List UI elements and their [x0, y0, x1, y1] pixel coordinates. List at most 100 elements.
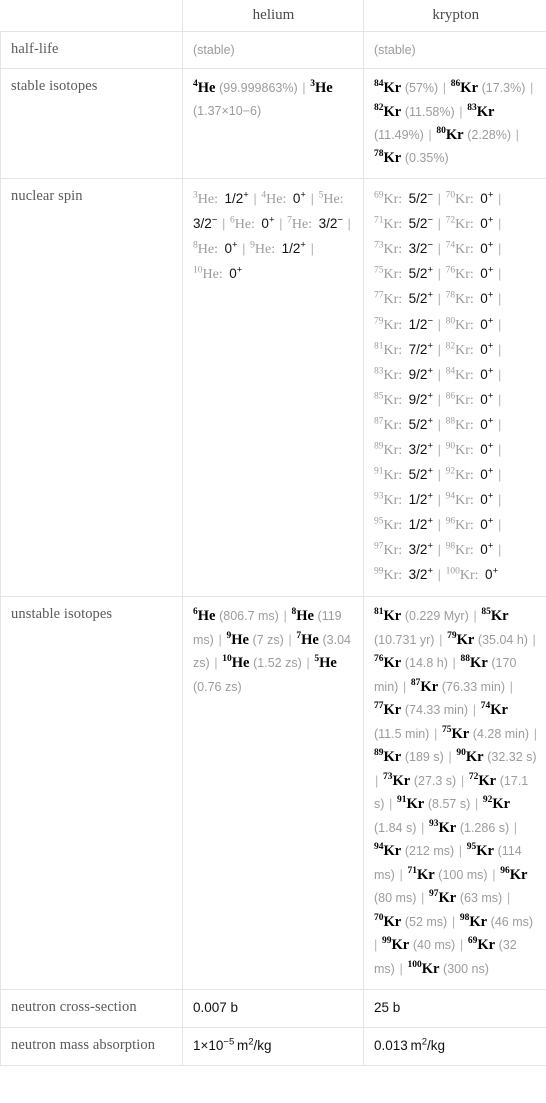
- isotope-symbol: 89Kr: [374, 748, 401, 766]
- element-symbol: Kr: [383, 655, 402, 672]
- unstable-isotopes-helium: 6He (806.7 ms) | 8He (119 ms) | 9He (7 z…: [182, 596, 364, 991]
- half-life-helium-value: (stable): [193, 43, 235, 57]
- isotope-symbol: 71Kr:: [374, 216, 402, 232]
- isotope-mass-number: 99: [374, 566, 384, 577]
- isotope-symbol: 4He:: [261, 191, 286, 207]
- element-symbol: Kr:: [383, 342, 403, 358]
- isotope-symbol: 74Kr: [481, 702, 508, 719]
- isotope-half-life: (27.3 s): [413, 773, 457, 788]
- isotope-symbol: 90Kr: [456, 749, 483, 766]
- isotope-symbol: 82Kr: [374, 103, 401, 120]
- isotope-symbol: 98Kr:: [446, 542, 474, 558]
- neutron-mass-absorption-krypton-value: 0.013 m2/kg: [374, 1036, 446, 1054]
- isotope-mass-number: 86: [445, 391, 456, 402]
- element-symbol: Kr:: [455, 267, 474, 283]
- element-symbol: Kr: [490, 608, 509, 625]
- list-separator: |: [494, 441, 502, 457]
- nuclear-spin-value: 0+: [480, 316, 493, 332]
- spin-number: 0: [480, 466, 488, 482]
- isotope-half-life: (32.32 s): [487, 750, 537, 765]
- element-symbol: Kr:: [383, 392, 403, 408]
- list-separator: |: [494, 466, 502, 482]
- element-symbol: Kr:: [383, 518, 403, 534]
- list-separator: |: [488, 866, 500, 882]
- isotope-symbol: 87Kr:: [374, 416, 402, 432]
- list-separator: |: [444, 749, 456, 765]
- isotope-mass-number: 89: [374, 441, 384, 452]
- spin-number: 0: [480, 341, 488, 357]
- isotope-half-life: (189 s): [404, 750, 444, 765]
- isotope-half-life: (10.731 yr): [374, 632, 435, 647]
- isotope-symbol: 76Kr:: [446, 266, 474, 283]
- spin-number: 3/2: [408, 441, 428, 457]
- element-symbol: He:: [234, 217, 255, 233]
- element-symbol: He:: [202, 267, 223, 283]
- element-symbol: Kr: [476, 843, 494, 860]
- spin-number: 5/2: [408, 291, 428, 307]
- isotope-symbol: 99Kr:: [374, 566, 402, 583]
- isotope-symbol: 83Kr:: [374, 366, 402, 382]
- isotope-half-life: (1.84 s): [374, 820, 417, 835]
- isotope-mass-number: 79: [447, 631, 457, 642]
- spin-number: 3/2: [318, 216, 338, 232]
- nuclear-spin-value: 0+: [293, 190, 306, 206]
- isotope-mass-number: 80: [436, 125, 446, 136]
- list-separator: |: [434, 391, 445, 407]
- spin-number: 5/2: [408, 191, 428, 207]
- spin-number: 0: [480, 291, 488, 307]
- isotope-mass-number: 74: [445, 240, 456, 251]
- isotope-mass-number: 86: [450, 79, 461, 90]
- nuclear-spin-value: 0+: [480, 491, 493, 507]
- spin-parity-sign: +: [243, 189, 249, 201]
- list-separator: |: [417, 890, 428, 906]
- isotope-half-life: (4.28 min): [472, 726, 530, 741]
- isotope-half-life: (46 ms): [490, 914, 534, 929]
- isotope-mass-number: 81: [374, 340, 384, 351]
- isotope-symbol: 81Kr: [374, 608, 401, 625]
- element-symbol: Kr:: [455, 367, 474, 383]
- list-separator: |: [284, 631, 296, 647]
- list-separator: |: [434, 441, 445, 457]
- nuclear-spin-value: 0+: [480, 266, 493, 282]
- isotope-mass-number: 93: [374, 491, 384, 502]
- spin-number: 0: [480, 517, 488, 533]
- column-header-krypton: krypton: [363, 0, 546, 32]
- half-life-krypton: (stable): [363, 30, 546, 70]
- list-separator: |: [434, 466, 445, 482]
- isotope-symbol: 88Kr:: [446, 416, 474, 432]
- nuclear-spin-value: 1/2+: [224, 189, 249, 206]
- isotope-symbol: 83Kr: [467, 103, 494, 120]
- half-life-helium: (stable): [182, 30, 364, 70]
- isotope-mass-number: 94: [374, 842, 384, 853]
- isotope-symbol: 94Kr: [374, 842, 401, 860]
- isotope-symbol: 79Kr: [447, 631, 474, 648]
- isotope-mass-number: 89: [374, 748, 384, 759]
- spin-number: 0: [480, 366, 488, 382]
- list-separator: |: [430, 725, 441, 741]
- nuclear-spin-value: 0+: [480, 416, 493, 432]
- isotope-half-life: (35.04 h): [477, 632, 528, 647]
- element-symbol: Kr: [451, 725, 470, 742]
- nuclear-spin-value: 7/2+: [409, 341, 433, 357]
- list-separator: |: [457, 772, 468, 788]
- isotope-symbol: 82Kr:: [446, 341, 474, 357]
- isotope-symbol: 91Kr:: [374, 467, 402, 483]
- isotope-symbol: 77Kr: [374, 702, 401, 719]
- isotope-half-life: (0.229 Myr): [404, 609, 469, 624]
- element-symbol: Kr:: [383, 543, 403, 559]
- list-separator: |: [434, 542, 445, 558]
- spin-number: 9/2: [408, 366, 428, 382]
- row-label-nuclear-spin: nuclear spin: [0, 178, 183, 598]
- spin-number: 1/2: [281, 241, 301, 257]
- spin-number: 0: [261, 216, 269, 232]
- isotope-mass-number: 92: [445, 466, 456, 477]
- isotope-abundance: (0.35%): [404, 150, 449, 165]
- nuclear-spin-value: 0+: [261, 215, 274, 232]
- isotope-half-life: (63 ms): [459, 891, 503, 906]
- isotope-symbol: 96Kr: [500, 866, 527, 883]
- isotope-mass-number: 90: [445, 441, 456, 452]
- list-separator: |: [528, 631, 536, 647]
- spin-parity-sign: +: [231, 239, 238, 251]
- nuclear-spin-value: 9/2+: [409, 391, 433, 407]
- isotope-abundance: (99.999863%): [219, 81, 298, 96]
